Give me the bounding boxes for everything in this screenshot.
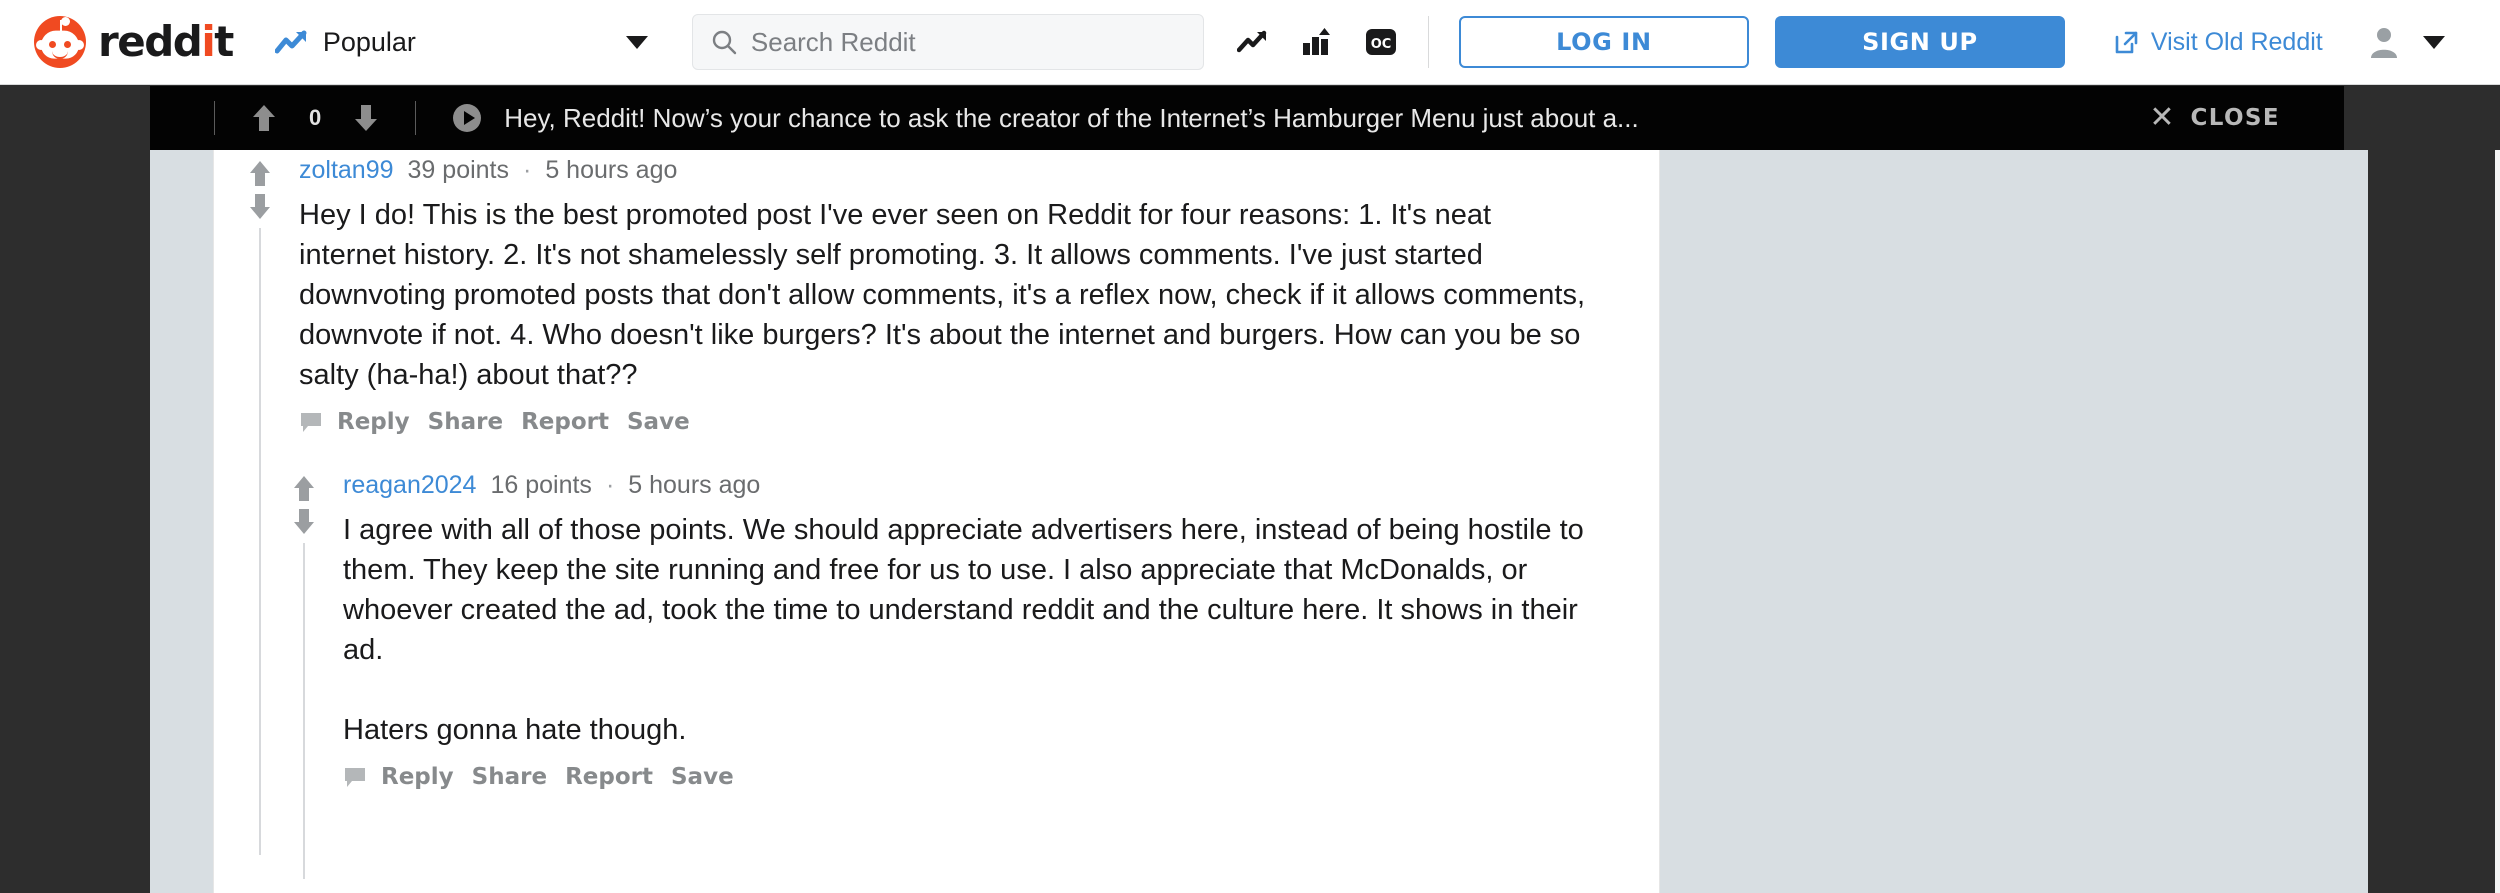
promoted-post-title[interactable]: Hey, Reddit! Now’s your chance to ask th… (504, 103, 1638, 134)
right-panel-strip (1660, 150, 2368, 893)
comment-points: 16 points (490, 471, 592, 499)
comments-column: zoltan99 39 points · 5 hours ago Hey I d… (213, 150, 1660, 893)
page-root: reddit Popular Search Reddit OC LOG IN S… (0, 0, 2500, 893)
feed-selector[interactable]: Popular (274, 26, 648, 58)
comment-bubble-icon (343, 766, 367, 788)
comment-upvote-button[interactable] (292, 475, 316, 503)
signup-button[interactable]: SIGN UP (1774, 16, 2065, 68)
search-icon (711, 29, 737, 55)
comment-save-action[interactable]: Save (627, 409, 690, 435)
play-circle-icon[interactable] (452, 103, 482, 133)
comment-paragraph: Hey I do! This is the best promoted post… (299, 199, 1586, 391)
comment-thread-zoltan99: zoltan99 39 points · 5 hours ago Hey I d… (214, 150, 1659, 658)
comment-vote-group (248, 160, 272, 220)
comment-body: Hey I do! This is the best promoted post… (299, 195, 1589, 395)
thread-line (303, 543, 305, 879)
top-charts-icon[interactable] (1300, 26, 1334, 58)
reddit-home-logo[interactable]: reddit (34, 16, 234, 68)
right-page-gutter (2368, 150, 2495, 893)
top-navigation-bar: reddit Popular Search Reddit OC LOG IN S… (0, 0, 2500, 85)
page-body: zoltan99 39 points · 5 hours ago Hey I d… (0, 150, 2500, 893)
visit-old-reddit-label: Visit Old Reddit (2150, 27, 2323, 56)
original-content-icon[interactable]: OC (1364, 26, 1398, 58)
comment-author[interactable]: reagan2024 (343, 471, 476, 499)
comment-report-action[interactable]: Report (521, 409, 609, 435)
right-edge-scrollbar[interactable] (2495, 150, 2500, 893)
comment-meta: zoltan99 39 points · 5 hours ago (299, 158, 1589, 183)
user-avatar-icon (2367, 25, 2401, 59)
comment-downvote-button[interactable] (248, 192, 272, 220)
promo-divider-left (214, 101, 215, 135)
header-icon-group: OC (1236, 26, 1398, 58)
comment-timestamp: 5 hours ago (628, 471, 761, 499)
comment-points: 39 points (407, 156, 509, 184)
left-page-gutter (0, 150, 150, 893)
reddit-snoo-icon (34, 16, 86, 68)
comment-save-action[interactable]: Save (671, 764, 734, 790)
external-link-icon (2113, 29, 2139, 55)
comment-vote-group (292, 475, 316, 535)
search-bar[interactable] (691, 14, 1204, 70)
reddit-wordmark: reddit (98, 17, 234, 66)
comment-author[interactable]: zoltan99 (299, 156, 394, 184)
comment-upvote-button[interactable] (248, 160, 272, 188)
comment-action-row: Reply Share Report Save (299, 409, 1589, 435)
promo-close-label: CLOSE (2190, 105, 2280, 131)
comment-downvote-button[interactable] (292, 507, 316, 535)
chevron-down-icon[interactable] (625, 35, 648, 49)
thread-line-parent (259, 435, 261, 855)
comment-meta-separator: · (523, 156, 532, 184)
left-panel-strip (150, 150, 213, 893)
comment-bubble-icon (299, 411, 323, 433)
trending-up-icon (274, 29, 309, 55)
comment-meta-separator: · (605, 471, 615, 499)
login-button[interactable]: LOG IN (1458, 16, 1749, 68)
promo-close-button[interactable]: ✕ CLOSE (2149, 103, 2280, 133)
trending-posts-icon[interactable] (1236, 26, 1270, 58)
comment-reply-action[interactable]: Reply (337, 409, 410, 435)
promo-divider-right (415, 101, 417, 135)
promo-vote-score: 0 (309, 105, 322, 130)
visit-old-reddit-link[interactable]: Visit Old Reddit (2101, 28, 2323, 57)
comment-share-action[interactable]: Share (472, 764, 547, 790)
comment-share-action[interactable]: Share (428, 409, 503, 435)
feed-label: Popular (322, 26, 416, 57)
comment-paragraph: Haters gonna hate though. (343, 714, 687, 746)
comment-reply-action[interactable]: Reply (381, 764, 454, 790)
comment-meta: reagan2024 16 points · 5 hours ago (343, 473, 1589, 498)
promo-upvote-button[interactable] (251, 103, 277, 133)
close-x-icon: ✕ (2149, 101, 2175, 134)
header-divider (1427, 16, 1429, 68)
promo-downvote-button[interactable] (353, 103, 379, 133)
comment-report-action[interactable]: Report (565, 764, 653, 790)
comment-body: I agree with all of those points. We sho… (343, 510, 1589, 750)
svg-text:OC: OC (1371, 37, 1392, 52)
comment-action-row: Reply Share Report Save (343, 764, 1589, 790)
comment-thread-reagan2024: reagan2024 16 points · 5 hours ago I agr… (214, 435, 1659, 879)
chevron-down-icon[interactable] (2422, 35, 2445, 49)
search-input[interactable] (750, 26, 1171, 58)
promoted-post-bar: 0 Hey, Reddit! Now’s your chance to ask … (150, 86, 2344, 150)
account-menu[interactable] (2367, 25, 2445, 59)
comment-paragraph: I agree with all of those points. We sho… (343, 514, 1584, 666)
comment-timestamp: 5 hours ago (545, 156, 678, 184)
